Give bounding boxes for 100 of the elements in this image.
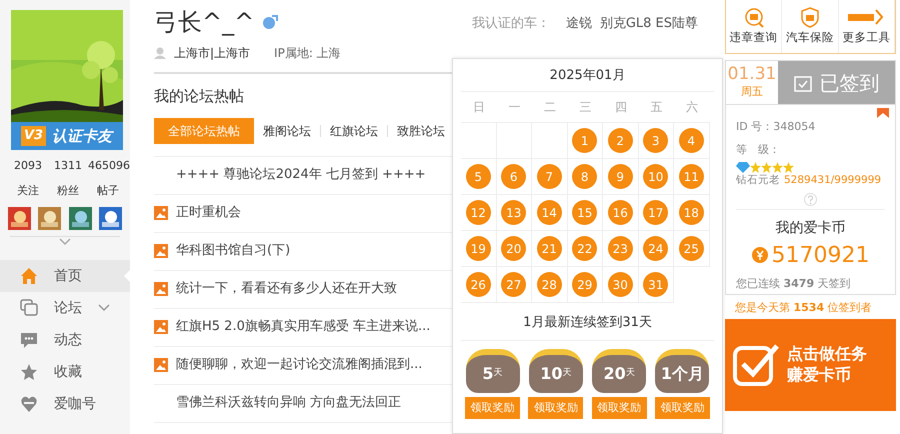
weekday-label: 一 bbox=[508, 99, 520, 116]
nav-item[interactable]: 动态 bbox=[0, 324, 130, 356]
coins-title: 我的爱卡币 bbox=[776, 220, 846, 236]
post-link[interactable]: 华科图书馆自习(下) bbox=[176, 241, 290, 261]
calendar-day[interactable]: 22 bbox=[572, 236, 598, 261]
chat-icon bbox=[20, 331, 38, 349]
post-link[interactable]: 随便聊聊，欢迎一起讨论交流雅阁插混到... bbox=[176, 355, 422, 375]
task-banner[interactable]: 点击做任务 赚爱卡币 bbox=[725, 318, 896, 411]
calendar-day[interactable]: 18 bbox=[678, 200, 704, 225]
calendar-day[interactable]: 14 bbox=[536, 200, 562, 225]
level-badge: V3 bbox=[21, 126, 46, 146]
car-link[interactable]: 别克GL8 ES陆尊 bbox=[600, 14, 698, 62]
post-link[interactable]: 雪佛兰科沃兹转向异响 方向盘无法回正 bbox=[176, 393, 402, 413]
claim-button[interactable]: 领取奖励 bbox=[592, 397, 647, 419]
bookmark-icon bbox=[877, 108, 889, 118]
calendar-day[interactable]: 1 bbox=[572, 128, 598, 153]
calendar-day[interactable]: 3 bbox=[643, 128, 668, 153]
calendar-day[interactable]: 25 bbox=[678, 236, 704, 261]
forum-tab[interactable]: 全部论坛热帖 bbox=[154, 118, 254, 144]
sign-weekday: 周五 bbox=[741, 84, 763, 100]
checkbox-icon bbox=[733, 342, 779, 388]
star-icon bbox=[783, 162, 794, 173]
coins-amount: 5170921 bbox=[772, 242, 870, 270]
stat-label[interactable]: 粉丝 bbox=[48, 182, 88, 199]
weekday-label: 二 bbox=[544, 99, 556, 116]
weekday-label: 三 bbox=[579, 99, 592, 116]
expand-icon[interactable] bbox=[58, 237, 72, 247]
forum-tab[interactable]: 红旗论坛 bbox=[321, 118, 387, 144]
calendar-day[interactable]: 9 bbox=[608, 164, 633, 189]
calendar-day[interactable]: 23 bbox=[608, 236, 633, 261]
account-id: ID 号：348054 bbox=[736, 120, 816, 133]
nav-item[interactable]: 论坛 bbox=[0, 292, 130, 324]
nav-item[interactable]: 收藏 bbox=[0, 356, 130, 388]
weekday-label: 四 bbox=[614, 99, 627, 116]
help-icon[interactable] bbox=[804, 192, 817, 206]
stat-value: 1311 bbox=[53, 158, 83, 174]
sign-date: 01.31 bbox=[728, 64, 776, 84]
stat-value: 2093 bbox=[13, 158, 43, 174]
post-link[interactable]: 红旗H5 2.0旗畅真实用车感受 车主进来说... bbox=[176, 317, 430, 337]
nav-item[interactable]: 爱咖号 bbox=[0, 388, 130, 420]
calendar-day[interactable]: 16 bbox=[608, 200, 633, 225]
user-name: 弓长^_^ bbox=[154, 7, 254, 38]
claim-button[interactable]: 领取奖励 bbox=[654, 397, 710, 419]
star-icon bbox=[20, 363, 38, 381]
heart-icon bbox=[20, 395, 38, 413]
badge-text: 认证卡友 bbox=[52, 126, 112, 147]
calendar-day[interactable]: 26 bbox=[466, 272, 491, 297]
post-link[interactable]: ++++ 尊驰论坛2024年 七月签到 ++++ bbox=[176, 165, 426, 185]
calendar-day[interactable]: 4 bbox=[678, 128, 704, 153]
calendar-day[interactable]: 19 bbox=[466, 236, 491, 261]
rank-points: 5289431/9999999 bbox=[784, 173, 882, 188]
search-badge-icon bbox=[742, 6, 765, 29]
weekday-label: 六 bbox=[686, 99, 698, 116]
post-link[interactable]: 统计一下，看看还有多少人还在开大致 bbox=[176, 279, 397, 299]
male-icon bbox=[262, 14, 278, 30]
claim-button[interactable]: 领取奖励 bbox=[465, 397, 520, 419]
tool-button[interactable]: 更多工具 bbox=[838, 0, 895, 53]
nav-item[interactable]: 首页 bbox=[0, 260, 130, 292]
section-title: 我的论坛热帖 bbox=[154, 87, 244, 105]
stat-value: 465096 bbox=[88, 158, 128, 174]
car-link[interactable]: 途锐 bbox=[566, 14, 592, 62]
post-link[interactable]: 正时重机会 bbox=[176, 203, 241, 223]
calendar-day[interactable]: 15 bbox=[572, 200, 598, 225]
calendar-day[interactable]: 11 bbox=[678, 164, 704, 189]
signed-button[interactable]: 已签到 bbox=[778, 61, 895, 104]
forum-tab[interactable]: 雅阁论坛 bbox=[254, 118, 320, 144]
star-icon bbox=[772, 162, 783, 173]
calendar-day[interactable]: 8 bbox=[572, 164, 598, 189]
diamond-icon bbox=[736, 162, 750, 173]
calendar-day[interactable]: 13 bbox=[501, 200, 526, 225]
today-rank: 您是今天第 1534 位签到者 bbox=[735, 301, 872, 314]
level-label: 等 级： bbox=[736, 142, 780, 156]
calendar-day[interactable]: 12 bbox=[466, 200, 491, 225]
calendar-day[interactable]: 7 bbox=[536, 164, 562, 189]
tool-button[interactable]: 违章查询 bbox=[726, 0, 782, 53]
yuan-coin-icon bbox=[752, 247, 768, 264]
stat-label[interactable]: 关注 bbox=[8, 182, 48, 199]
ip-location: IP属地: 上海 bbox=[274, 45, 341, 62]
calendar-day[interactable]: 29 bbox=[572, 272, 598, 297]
calendar-day[interactable]: 27 bbox=[501, 272, 526, 297]
home-icon bbox=[20, 267, 38, 285]
calendar-day[interactable]: 30 bbox=[608, 272, 633, 297]
weekday-label: 五 bbox=[650, 99, 662, 116]
forum-tab[interactable]: 致胜论坛 bbox=[388, 118, 454, 144]
calendar-day[interactable]: 10 bbox=[643, 164, 668, 189]
calendar-day[interactable]: 20 bbox=[501, 236, 526, 261]
claim-button[interactable]: 领取奖励 bbox=[528, 397, 584, 419]
tool-button[interactable]: 汽车保险 bbox=[782, 0, 839, 53]
location-text: 上海市|上海市 bbox=[174, 45, 250, 62]
calendar-day[interactable]: 2 bbox=[608, 128, 633, 153]
shield-icon bbox=[798, 6, 821, 29]
calendar-day[interactable]: 6 bbox=[501, 164, 526, 189]
calendar-day[interactable]: 17 bbox=[643, 200, 668, 225]
calendar-day[interactable]: 21 bbox=[536, 236, 562, 261]
calendar-day[interactable]: 5 bbox=[466, 164, 491, 189]
calendar-day[interactable]: 28 bbox=[536, 272, 562, 297]
chat-bubbles-icon bbox=[20, 299, 38, 317]
calendar-day[interactable]: 31 bbox=[643, 272, 668, 297]
stat-label[interactable]: 帖子 bbox=[88, 182, 128, 199]
calendar-day[interactable]: 24 bbox=[643, 236, 668, 261]
